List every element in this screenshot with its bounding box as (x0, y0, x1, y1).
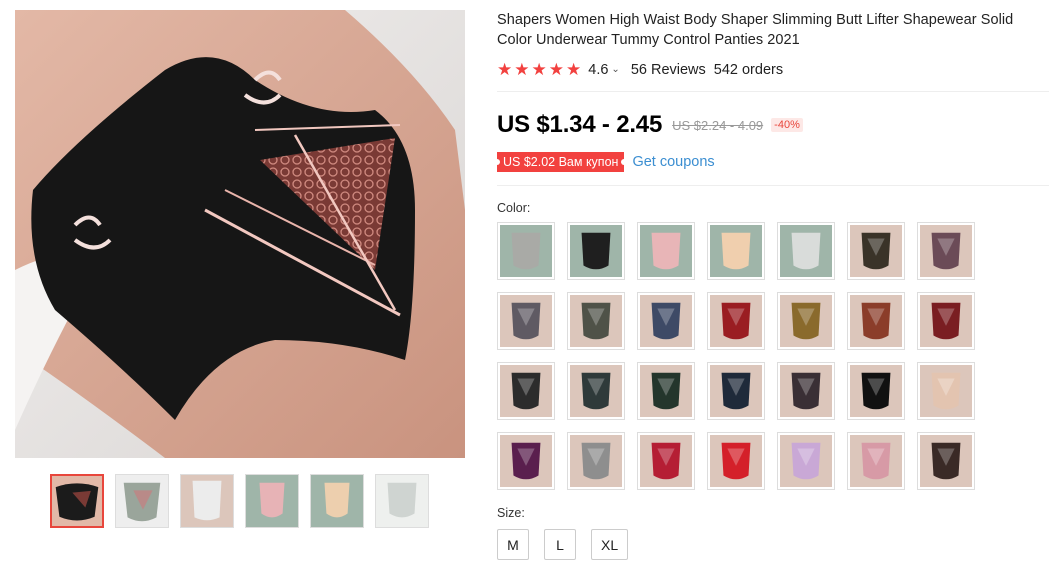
swatch-image (920, 435, 972, 487)
size-options: M L XL (497, 529, 1049, 560)
color-label: Color: (497, 201, 531, 215)
swatch-image (570, 435, 622, 487)
chevron-down-icon[interactable]: ⌄ (611, 64, 619, 75)
color-swatch-12[interactable] (777, 292, 835, 350)
color-swatch-22[interactable] (497, 432, 555, 490)
thumbnail-4[interactable] (245, 474, 299, 528)
swatch-image (780, 225, 832, 277)
current-price: US $1.34 - 2.45 (497, 111, 663, 138)
color-swatch-10[interactable] (637, 292, 695, 350)
swatch-image (500, 365, 552, 417)
thumbnail-1[interactable] (50, 474, 104, 528)
color-swatch-7[interactable] (917, 222, 975, 280)
color-swatch-3[interactable] (637, 222, 695, 280)
swatch-image (850, 295, 902, 347)
color-swatch-27[interactable] (847, 432, 905, 490)
color-swatch-23[interactable] (567, 432, 625, 490)
color-swatch-26[interactable] (777, 432, 835, 490)
color-swatch-4[interactable] (707, 222, 765, 280)
color-swatch-13[interactable] (847, 292, 905, 350)
swatch-image (570, 295, 622, 347)
coupon-row: US $2.02 Вам купон Get coupons (493, 152, 1049, 172)
color-swatch-grid (497, 222, 1049, 490)
divider (497, 91, 1049, 92)
color-swatch-28[interactable] (917, 432, 975, 490)
star-icon: ★ (497, 60, 513, 79)
size-option-l[interactable]: L (544, 529, 576, 560)
discount-badge: -40% (771, 118, 803, 132)
color-swatch-18[interactable] (707, 362, 765, 420)
product-photo (15, 10, 465, 458)
star-icon: ★ (566, 60, 582, 79)
swatch-image (850, 365, 902, 417)
orders-count: 542 orders (713, 61, 784, 78)
swatch-image (920, 365, 972, 417)
swatch-image (850, 435, 902, 487)
color-swatch-15[interactable] (497, 362, 555, 420)
old-price: US $2.24 - 4.09 (672, 117, 764, 133)
swatch-image (920, 225, 972, 277)
rating-value[interactable]: 4.6 (588, 62, 608, 78)
price-row: US $1.34 - 2.45 US $2.24 - 4.09 -40% (497, 111, 1049, 139)
swatch-image (640, 435, 692, 487)
swatch-image (570, 225, 622, 277)
thumbnail-5[interactable] (310, 474, 364, 528)
star-icon: ★ (548, 60, 564, 79)
size-option-m[interactable]: M (497, 529, 529, 560)
color-swatch-14[interactable] (917, 292, 975, 350)
product-title: Shapers Women High Waist Body Shaper Sli… (497, 12, 1014, 48)
swatch-image (640, 365, 692, 417)
color-swatch-21[interactable] (917, 362, 975, 420)
swatch-image (640, 295, 692, 347)
swatch-image (780, 365, 832, 417)
swatch-image (640, 225, 692, 277)
swatch-image (710, 435, 762, 487)
color-swatch-20[interactable] (847, 362, 905, 420)
coupon-badge[interactable]: US $2.02 Вам купон (493, 152, 628, 172)
swatch-image (570, 365, 622, 417)
thumbnail-3[interactable] (180, 474, 234, 528)
swatch-image (710, 295, 762, 347)
swatch-image (780, 435, 832, 487)
swatch-image (850, 225, 902, 277)
main-product-image[interactable] (15, 10, 465, 458)
swatch-image (920, 295, 972, 347)
color-swatch-6[interactable] (847, 222, 905, 280)
color-swatch-9[interactable] (567, 292, 625, 350)
thumbnail-2[interactable] (115, 474, 169, 528)
color-swatch-17[interactable] (637, 362, 695, 420)
color-swatch-25[interactable] (707, 432, 765, 490)
star-icon: ★ (514, 60, 530, 79)
color-swatch-2[interactable] (567, 222, 625, 280)
swatch-image (500, 295, 552, 347)
size-option-xl[interactable]: XL (591, 529, 629, 560)
rating-row: ★ ★ ★ ★ ★ 4.6 ⌄ 56 Reviews 542 orders (497, 61, 1049, 78)
color-swatch-24[interactable] (637, 432, 695, 490)
color-swatch-19[interactable] (777, 362, 835, 420)
product-info: Shapers Women High Waist Body Shaper Sli… (493, 10, 1049, 560)
color-swatch-5[interactable] (777, 222, 835, 280)
star-icon: ★ (531, 60, 547, 79)
thumbnail-strip (50, 474, 429, 528)
reviews-link[interactable]: 56 Reviews (631, 62, 706, 78)
color-swatch-11[interactable] (707, 292, 765, 350)
swatch-image (500, 435, 552, 487)
divider (497, 185, 1049, 186)
swatch-image (780, 295, 832, 347)
get-coupons-link[interactable]: Get coupons (632, 154, 714, 170)
thumbnail-6[interactable] (375, 474, 429, 528)
rating-stars: ★ ★ ★ ★ ★ (497, 61, 581, 78)
color-swatch-1[interactable] (497, 222, 555, 280)
color-swatch-8[interactable] (497, 292, 555, 350)
swatch-image (500, 225, 552, 277)
size-label: Size: (497, 506, 525, 520)
swatch-image (710, 365, 762, 417)
color-swatch-16[interactable] (567, 362, 625, 420)
swatch-image (710, 225, 762, 277)
